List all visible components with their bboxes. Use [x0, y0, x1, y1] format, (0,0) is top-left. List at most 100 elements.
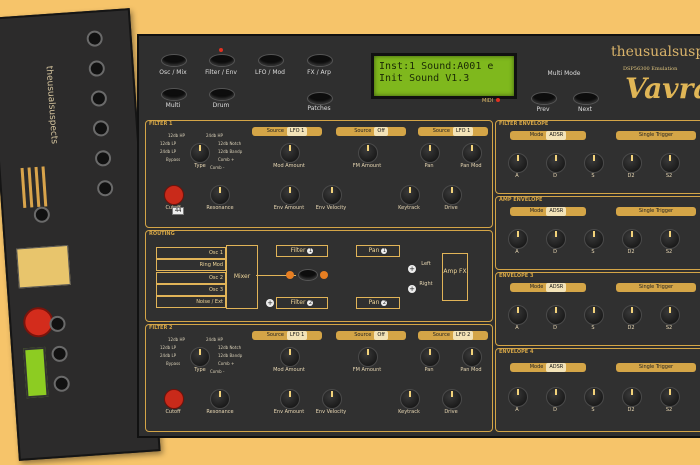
filter-type-option[interactable]: 12db LP: [160, 345, 176, 350]
decay2-knob[interactable]: [622, 153, 642, 173]
rack-dpad-knob[interactable]: [33, 206, 51, 224]
filter-type-option[interactable]: 24db HP: [206, 133, 223, 138]
source-select-2[interactable]: Source Off: [336, 127, 406, 136]
rack-knob[interactable]: [48, 315, 67, 333]
rack-knob[interactable]: [94, 149, 112, 167]
filter-type-option[interactable]: 12db HP: [168, 337, 185, 342]
keytrack-knob[interactable]: [400, 389, 420, 409]
pan-mod-knob[interactable]: [462, 347, 482, 367]
envelope-mode-label: Mode: [529, 284, 544, 290]
prev-button[interactable]: [531, 92, 557, 105]
envelope-mode-select[interactable]: Mode ADSR: [510, 363, 586, 372]
filter-type-option[interactable]: Comb +: [218, 157, 234, 162]
cutoff-knob[interactable]: [164, 389, 184, 409]
rack-knob[interactable]: [90, 89, 108, 107]
filter-type-option[interactable]: 12db LP: [160, 141, 176, 146]
env-amount-knob[interactable]: [280, 185, 300, 205]
sustain-knob[interactable]: [584, 387, 604, 407]
filter-type-option[interactable]: Comb +: [218, 361, 234, 366]
led-indicator: [219, 48, 223, 52]
filter-type-option[interactable]: 12db HP: [168, 133, 185, 138]
envelope-mode-select[interactable]: Mode ADSR: [510, 207, 586, 216]
single-trigger-toggle[interactable]: Single Trigger: [616, 131, 696, 140]
filter-env-button[interactable]: [209, 54, 235, 67]
filter-type-knob[interactable]: [190, 143, 210, 163]
filter-type-option[interactable]: 24db HP: [206, 337, 223, 342]
fm-amount-knob[interactable]: [358, 143, 378, 163]
filter-type-option[interactable]: 12db Notch: [218, 345, 241, 350]
sustain-knob[interactable]: [584, 305, 604, 325]
keytrack-knob[interactable]: [400, 185, 420, 205]
rack-knob[interactable]: [51, 345, 69, 363]
envelope-title: ENVELOPE 4: [499, 349, 534, 355]
pan-knob[interactable]: [420, 347, 440, 367]
filter-type-option[interactable]: 12db Bandp: [218, 149, 242, 154]
filter-type-option[interactable]: 24db LP: [160, 353, 176, 358]
single-trigger-toggle[interactable]: Single Trigger: [616, 283, 696, 292]
rack-knob[interactable]: [53, 375, 71, 393]
attack-knob[interactable]: [508, 305, 528, 325]
env-velocity-label: Env Velocity: [315, 409, 347, 415]
route-node[interactable]: [286, 271, 294, 279]
single-trigger-toggle[interactable]: Single Trigger: [616, 207, 696, 216]
rack-knob[interactable]: [88, 59, 106, 78]
decay2-knob[interactable]: [622, 305, 642, 325]
resonance-knob[interactable]: [210, 389, 230, 409]
patches-button[interactable]: [307, 92, 333, 105]
source-select-3[interactable]: Source LFO 1: [418, 127, 488, 136]
filter-type-option[interactable]: Bypass: [166, 361, 180, 366]
multi-button[interactable]: [161, 88, 187, 101]
osc-mix-button[interactable]: [161, 54, 187, 67]
route-node[interactable]: [320, 271, 328, 279]
decay-knob[interactable]: [546, 387, 566, 407]
fx-arp-button[interactable]: [307, 54, 333, 67]
drive-knob[interactable]: [442, 185, 462, 205]
source-select-2[interactable]: Source Off: [336, 331, 406, 340]
filter-type-option[interactable]: 24db LP: [160, 149, 176, 154]
decay2-knob[interactable]: [622, 229, 642, 249]
filter-type-knob[interactable]: [190, 347, 210, 367]
single-trigger-toggle[interactable]: Single Trigger: [616, 363, 696, 372]
filter-type-option[interactable]: Bypass: [166, 157, 180, 162]
source-select-1[interactable]: Source LFO 1: [252, 331, 322, 340]
sustain-knob[interactable]: [584, 153, 604, 173]
source-label: Source: [266, 128, 284, 134]
resonance-knob[interactable]: [210, 185, 230, 205]
sustain2-knob[interactable]: [660, 387, 680, 407]
attack-knob[interactable]: [508, 229, 528, 249]
drum-button[interactable]: [209, 88, 235, 101]
mod-amount-knob[interactable]: [280, 347, 300, 367]
sustain2-knob[interactable]: [660, 153, 680, 173]
envelope-mode-select[interactable]: Mode ADSR: [510, 283, 586, 292]
cutoff-knob[interactable]: [164, 185, 184, 205]
next-button[interactable]: [573, 92, 599, 105]
filter-routing-toggle[interactable]: [298, 269, 318, 281]
env-velocity-knob[interactable]: [322, 389, 342, 409]
mod-amount-knob[interactable]: [280, 143, 300, 163]
drive-knob[interactable]: [442, 389, 462, 409]
attack-knob[interactable]: [508, 387, 528, 407]
decay-knob[interactable]: [546, 153, 566, 173]
decay-knob[interactable]: [546, 229, 566, 249]
sustain2-knob[interactable]: [660, 229, 680, 249]
source-select-1[interactable]: Source LFO 1: [252, 127, 322, 136]
attack-knob[interactable]: [508, 153, 528, 173]
decay-knob[interactable]: [546, 305, 566, 325]
decay2-knob[interactable]: [622, 387, 642, 407]
midi-label: MIDI: [482, 98, 494, 104]
pan-mod-knob[interactable]: [462, 143, 482, 163]
pan-knob[interactable]: [420, 143, 440, 163]
filter-type-option[interactable]: 12db Bandp: [218, 353, 242, 358]
env-velocity-knob[interactable]: [322, 185, 342, 205]
sustain2-knob[interactable]: [660, 305, 680, 325]
env-amount-knob[interactable]: [280, 389, 300, 409]
rack-knob[interactable]: [86, 30, 104, 48]
lfo-mod-button[interactable]: [258, 54, 284, 67]
rack-knob[interactable]: [92, 119, 110, 137]
rack-knob[interactable]: [96, 179, 114, 197]
filter-type-option[interactable]: 12db Notch: [218, 141, 241, 146]
sustain-knob[interactable]: [584, 229, 604, 249]
envelope-mode-select[interactable]: Mode ADSR: [510, 131, 586, 140]
source-select-3[interactable]: Source LFO 2: [418, 331, 488, 340]
fm-amount-knob[interactable]: [358, 347, 378, 367]
